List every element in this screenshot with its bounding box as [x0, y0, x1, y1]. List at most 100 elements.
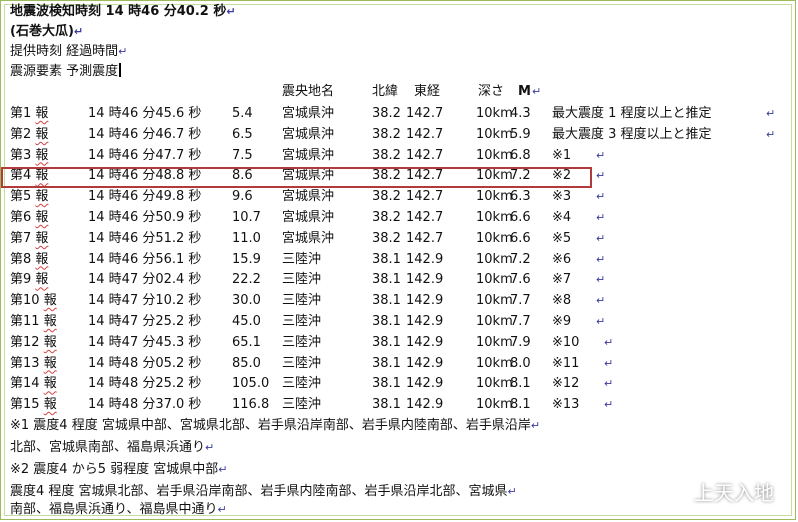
cell-depth: 10km — [476, 334, 513, 350]
cell-elapsed: 85.0 — [232, 355, 261, 371]
cell-depth: 10km — [476, 314, 513, 329]
cell-no: 第7 報 — [10, 230, 49, 246]
cell-time: 14 時47 分10.2 秒 — [88, 293, 202, 309]
cell-time: 14 時46 分46.7 秒 — [88, 126, 202, 142]
cell-region: 宮城県沖 — [282, 147, 335, 163]
header-lon: 東経 — [414, 84, 441, 99]
cell-lon: 142.9 — [406, 355, 444, 371]
cell-note: ※4 — [552, 210, 572, 225]
cell-region: 三陸沖 — [282, 251, 322, 267]
cell-time: 14 時46 分49.8 秒 — [88, 189, 202, 205]
cell-lat: 38.1 — [372, 397, 401, 413]
cell-time: 14 時46 分56.1 秒 — [88, 251, 202, 267]
cell-no: 第9 報 — [10, 272, 49, 288]
cell-mag: 7.2 — [510, 251, 531, 267]
cell-mag: 6.6 — [510, 210, 531, 225]
cell-note: ※7 — [552, 272, 572, 288]
cell-lat: 38.2 — [372, 189, 401, 205]
cell-region: 三陸沖 — [282, 397, 322, 413]
cell-depth: 10km — [476, 272, 513, 288]
cell-depth: 10km — [476, 147, 513, 163]
footnote-2-detail: 震度4 程度 宮城県北部、岩手県沿岸南部、岩手県内陸南部、岩手県沿岸北部、宮城県… — [10, 484, 517, 499]
cell-elapsed: 116.8 — [232, 397, 270, 413]
table-row: 第15 報 14 時48 分37.0 秒 116.8 三陸沖 38.1 142.9 10km… — [10, 395, 790, 415]
table-row: 第14 報 14 時48 分25.2 秒 105.0 三陸沖 38.1 142.9 10km… — [10, 374, 790, 394]
table-row: 第6 報 14 時46 分50.9 秒 10.7 宮城県沖 38.2 142.7 10km 6… — [10, 208, 790, 228]
cell-lat: 38.2 — [372, 210, 401, 225]
cell-mag: 7.9 — [510, 334, 531, 350]
cell-no: 第14 報 — [10, 376, 57, 392]
cell-time: 14 時48 分37.0 秒 — [88, 397, 202, 413]
cell-mag: 7.7 — [510, 314, 531, 329]
cell-lat: 38.1 — [372, 334, 401, 350]
cell-time: 14 時46 分51.2 秒 — [88, 230, 202, 246]
cell-note: ※12 — [552, 376, 580, 392]
cell-depth: 10km — [476, 355, 513, 371]
highlight-box-report-4 — [1, 167, 592, 188]
cell-no: 第5 報 — [10, 189, 49, 205]
cell-lat: 38.2 — [372, 230, 401, 246]
cell-mag: 4.3 — [510, 106, 531, 121]
cell-elapsed: 45.0 — [232, 314, 261, 329]
footnote-2: ※2 震度4 から5 弱程度 宮城県中部↵ — [10, 462, 228, 477]
cell-note: ※1 — [552, 147, 572, 163]
cell-depth: 10km — [476, 126, 513, 142]
cell-no: 第12 報 — [10, 334, 57, 350]
cell-region: 宮城県沖 — [282, 230, 335, 246]
cell-no: 第13 報 — [10, 355, 57, 371]
cell-mag: 5.9 — [510, 126, 531, 142]
cell-region: 三陸沖 — [282, 334, 322, 350]
wechat-icon — [658, 480, 686, 503]
cell-depth: 10km — [476, 189, 513, 205]
cell-lat: 38.2 — [372, 126, 401, 142]
cell-lat: 38.1 — [372, 355, 401, 371]
footnote-2-cont: 南部、福島県浜通り、福島県中通り↵ — [10, 502, 227, 517]
cell-no: 第3 報 — [10, 147, 49, 163]
cell-lon: 142.7 — [406, 147, 444, 163]
cell-elapsed: 22.2 — [232, 272, 261, 288]
cell-time: 14 時47 分25.2 秒 — [88, 314, 202, 329]
cell-lon: 142.7 — [406, 189, 444, 205]
cell-no: 第11 報 — [10, 314, 57, 329]
table-row: 第2 報 14 時46 分46.7 秒 6.5 宮城県沖 38.2 142.7 10km 5.… — [10, 125, 790, 145]
table-row: 第7 報 14 時46 分51.2 秒 11.0 宮城県沖 38.2 142.7 10km 6… — [10, 229, 790, 249]
cell-elapsed: 10.7 — [232, 210, 261, 225]
cell-note: ※8 — [552, 293, 572, 309]
table-row: 第11 報 14 時47 分25.2 秒 45.0 三陸沖 38.1 142.9 10km 7… — [10, 312, 790, 332]
table-row: 第12 報 14 時47 分45.3 秒 65.1 三陸沖 38.1 142.9 10km 7… — [10, 333, 790, 353]
cell-mag: 8.1 — [510, 397, 531, 413]
cell-note: 最大震度 1 程度以上と推定 — [552, 106, 712, 121]
cell-depth: 10km — [476, 397, 513, 413]
cell-lat: 38.1 — [372, 272, 401, 288]
table-row: 第10 報 14 時47 分10.2 秒 30.0 三陸沖 38.1 142.9 10km 7… — [10, 291, 790, 311]
cell-region: 宮城県沖 — [282, 126, 335, 142]
cell-elapsed: 6.5 — [232, 126, 253, 142]
cell-lat: 38.2 — [372, 147, 401, 163]
table-row: 第8 報 14 時46 分56.1 秒 15.9 三陸沖 38.1 142.9 10km 7.… — [10, 250, 790, 270]
cell-no: 第10 報 — [10, 293, 57, 309]
cell-mag: 7.7 — [510, 293, 531, 309]
cell-time: 14 時46 分47.7 秒 — [88, 147, 202, 163]
text-cursor — [119, 63, 121, 77]
cell-no: 第8 報 — [10, 251, 49, 267]
cell-mag: 6.3 — [510, 189, 531, 205]
cell-lon: 142.7 — [406, 126, 444, 142]
cell-mag: 8.0 — [510, 355, 531, 371]
cell-elapsed: 9.6 — [232, 189, 253, 205]
cell-mag: 6.6 — [510, 230, 531, 246]
cell-no: 第2 報 — [10, 126, 49, 142]
cell-lon: 142.9 — [406, 293, 444, 309]
cell-note: 最大震度 3 程度以上と推定 — [552, 126, 712, 142]
header-mag: M — [518, 84, 531, 99]
doc-location: (石巻大瓜)↵ — [10, 24, 84, 39]
cell-depth: 10km — [476, 230, 513, 246]
cell-region: 宮城県沖 — [282, 210, 335, 225]
cell-lon: 142.7 — [406, 230, 444, 246]
cell-lat: 38.2 — [372, 106, 401, 121]
cell-time: 14 時48 分05.2 秒 — [88, 355, 202, 371]
watermark: 上天入地 — [658, 477, 774, 506]
cell-depth: 10km — [476, 251, 513, 267]
cell-region: 三陸沖 — [282, 376, 322, 392]
cell-elapsed: 30.0 — [232, 293, 261, 309]
table-row: 第1 報 14 時46 分45.6 秒 5.4 宮城県沖 38.2 142.7 10km 4.… — [10, 104, 790, 124]
